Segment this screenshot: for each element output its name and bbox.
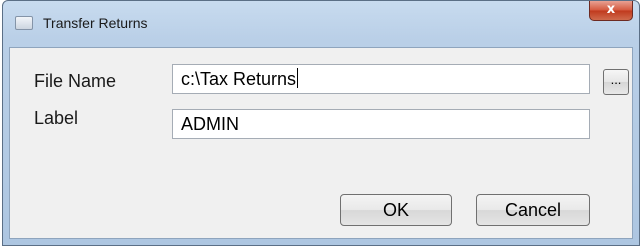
text-caret [297, 68, 299, 88]
browse-button[interactable]: ... [603, 69, 629, 95]
window-icon [15, 16, 33, 30]
title-bar[interactable]: Transfer Returns x [3, 1, 639, 47]
window-title: Transfer Returns [43, 15, 148, 31]
cancel-button[interactable]: Cancel [476, 194, 590, 226]
close-button[interactable]: x [589, 1, 633, 21]
file-name-label: File Name [34, 71, 117, 91]
ok-button[interactable]: OK [340, 194, 452, 226]
file-name-value: c:\Tax Returns [181, 69, 297, 89]
label-input[interactable]: ADMIN [172, 109, 590, 139]
close-icon: x [606, 2, 616, 17]
label-field-label: Label [34, 108, 79, 128]
dialog-window: Transfer Returns x File Name c:\Tax Retu… [2, 0, 640, 246]
file-name-input[interactable]: c:\Tax Returns [172, 64, 590, 94]
dialog-body: File Name c:\Tax Returns ... Label ADMIN… [9, 47, 633, 239]
